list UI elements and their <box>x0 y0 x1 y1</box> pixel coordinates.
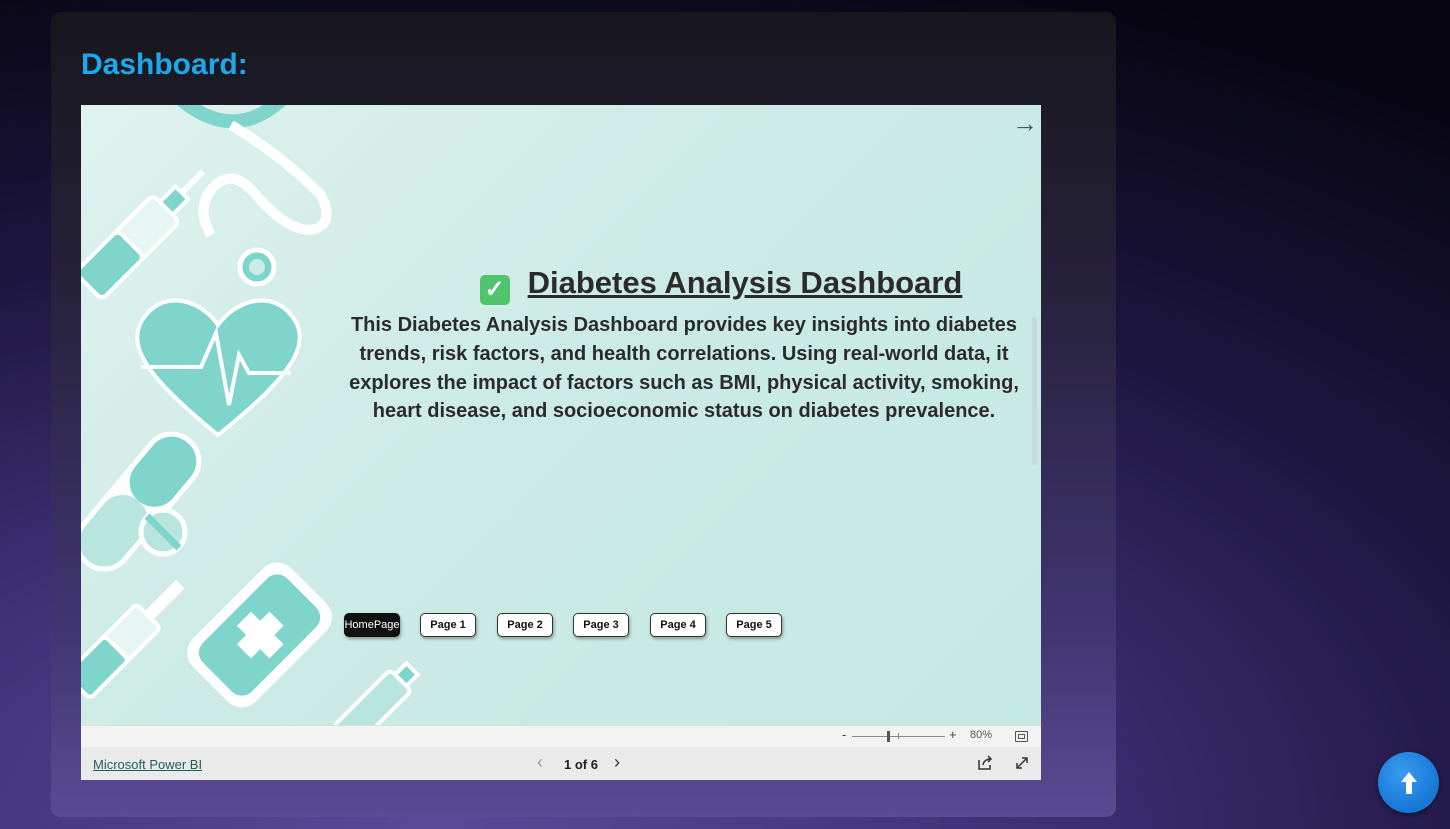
zoom-slider-thumb[interactable] <box>887 731 890 742</box>
text-scrollbar[interactable] <box>1032 317 1037 465</box>
check-icon: ✓ <box>479 275 510 305</box>
share-icon[interactable] <box>976 754 994 772</box>
nav-button-page-4[interactable]: Page 4 <box>650 613 706 637</box>
next-page-chevron-icon[interactable]: › <box>614 752 620 773</box>
nav-button-page-1[interactable]: Page 1 <box>420 613 476 637</box>
nav-button-page-5[interactable]: Page 5 <box>726 613 782 637</box>
section-title: Dashboard: <box>81 48 248 81</box>
report-title-row: ✓ Diabetes Analysis Dashboard <box>406 265 1036 305</box>
expand-icon[interactable] <box>1013 754 1031 772</box>
scroll-to-top-button[interactable] <box>1378 752 1439 813</box>
zoom-slider-midmark <box>898 733 899 739</box>
nav-button-page-2[interactable]: Page 2 <box>497 613 553 637</box>
embed-footer: Microsoft Power BI ‹ 1 of 6 › <box>81 747 1041 780</box>
zoom-bar: - + 80% <box>81 725 1041 747</box>
page-indicator: 1 of 6 <box>564 757 598 772</box>
report-description: This Diabetes Analysis Dashboard provide… <box>349 314 1019 423</box>
arrow-up-icon <box>1400 771 1417 794</box>
nav-button-page-3[interactable]: Page 3 <box>573 613 629 637</box>
powerbi-embed: → ✓ Diabetes Analysis Dashboard This Diab… <box>81 105 1041 780</box>
dashboard-card: Dashboard: → ✓ Diabetes Analysis Dashboa… <box>51 12 1116 817</box>
powerbi-link[interactable]: Microsoft Power BI <box>93 757 202 772</box>
report-title: Diabetes Analysis Dashboard <box>527 265 963 300</box>
nav-button-homepage[interactable]: HomePage <box>344 613 400 637</box>
zoom-level: 80% <box>970 729 993 741</box>
zoom-out-button[interactable]: - <box>842 727 846 742</box>
fit-page-icon[interactable] <box>1015 731 1028 742</box>
zoom-in-button[interactable]: + <box>949 727 957 742</box>
previous-page-chevron-icon[interactable]: ‹ <box>537 752 543 773</box>
next-page-arrow-icon[interactable]: → <box>1011 109 1039 137</box>
report-canvas: → ✓ Diabetes Analysis Dashboard This Diab… <box>81 105 1041 725</box>
